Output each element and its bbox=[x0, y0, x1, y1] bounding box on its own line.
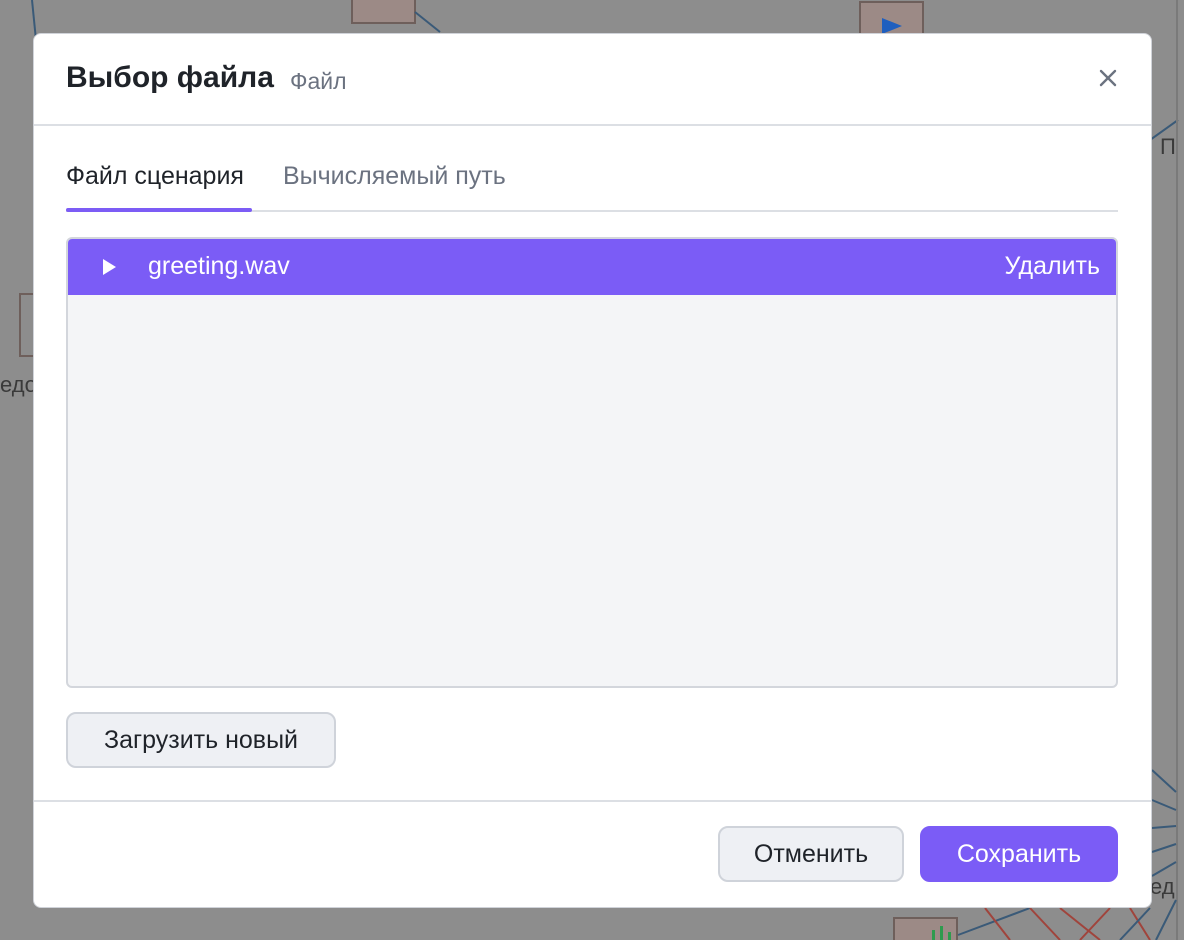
tab-bar: Файл сценария Вычисляемый путь bbox=[66, 154, 1118, 212]
canvas-node-label: ед bbox=[1150, 874, 1175, 899]
chart-node-icon bbox=[932, 930, 935, 940]
canvas-node-label: едо bbox=[0, 372, 37, 397]
close-button[interactable] bbox=[1095, 65, 1121, 91]
canvas-node bbox=[351, 0, 416, 24]
tab-computed-path[interactable]: Вычисляемый путь bbox=[283, 162, 506, 191]
canvas-node bbox=[893, 917, 958, 940]
cancel-button[interactable]: Отменить bbox=[718, 826, 904, 882]
chart-node-icon bbox=[940, 926, 943, 940]
upload-new-button[interactable]: Загрузить новый bbox=[66, 712, 336, 768]
save-button[interactable]: Сохранить bbox=[920, 826, 1118, 882]
chart-node-icon bbox=[948, 932, 951, 940]
dialog-subtitle: Файл bbox=[290, 68, 347, 94]
dialog-footer: Отменить Сохранить bbox=[34, 800, 1151, 907]
canvas-node-label: П bbox=[1160, 134, 1176, 159]
tab-scenario-file[interactable]: Файл сценария bbox=[66, 162, 244, 191]
dialog-title: Выбор файла bbox=[66, 61, 274, 94]
active-tab-indicator bbox=[66, 208, 252, 212]
file-list: greeting.wav Удалить bbox=[66, 237, 1118, 688]
file-name: greeting.wav bbox=[148, 252, 290, 280]
close-icon bbox=[1099, 69, 1117, 87]
play-icon[interactable] bbox=[100, 256, 118, 278]
dialog-header: Выбор файла Файл bbox=[34, 34, 1151, 126]
delete-file-link[interactable]: Удалить bbox=[1005, 252, 1100, 281]
file-list-item[interactable]: greeting.wav Удалить bbox=[68, 239, 1116, 295]
file-select-dialog: Выбор файла Файл Файл сценария Вычисляем… bbox=[33, 33, 1152, 908]
